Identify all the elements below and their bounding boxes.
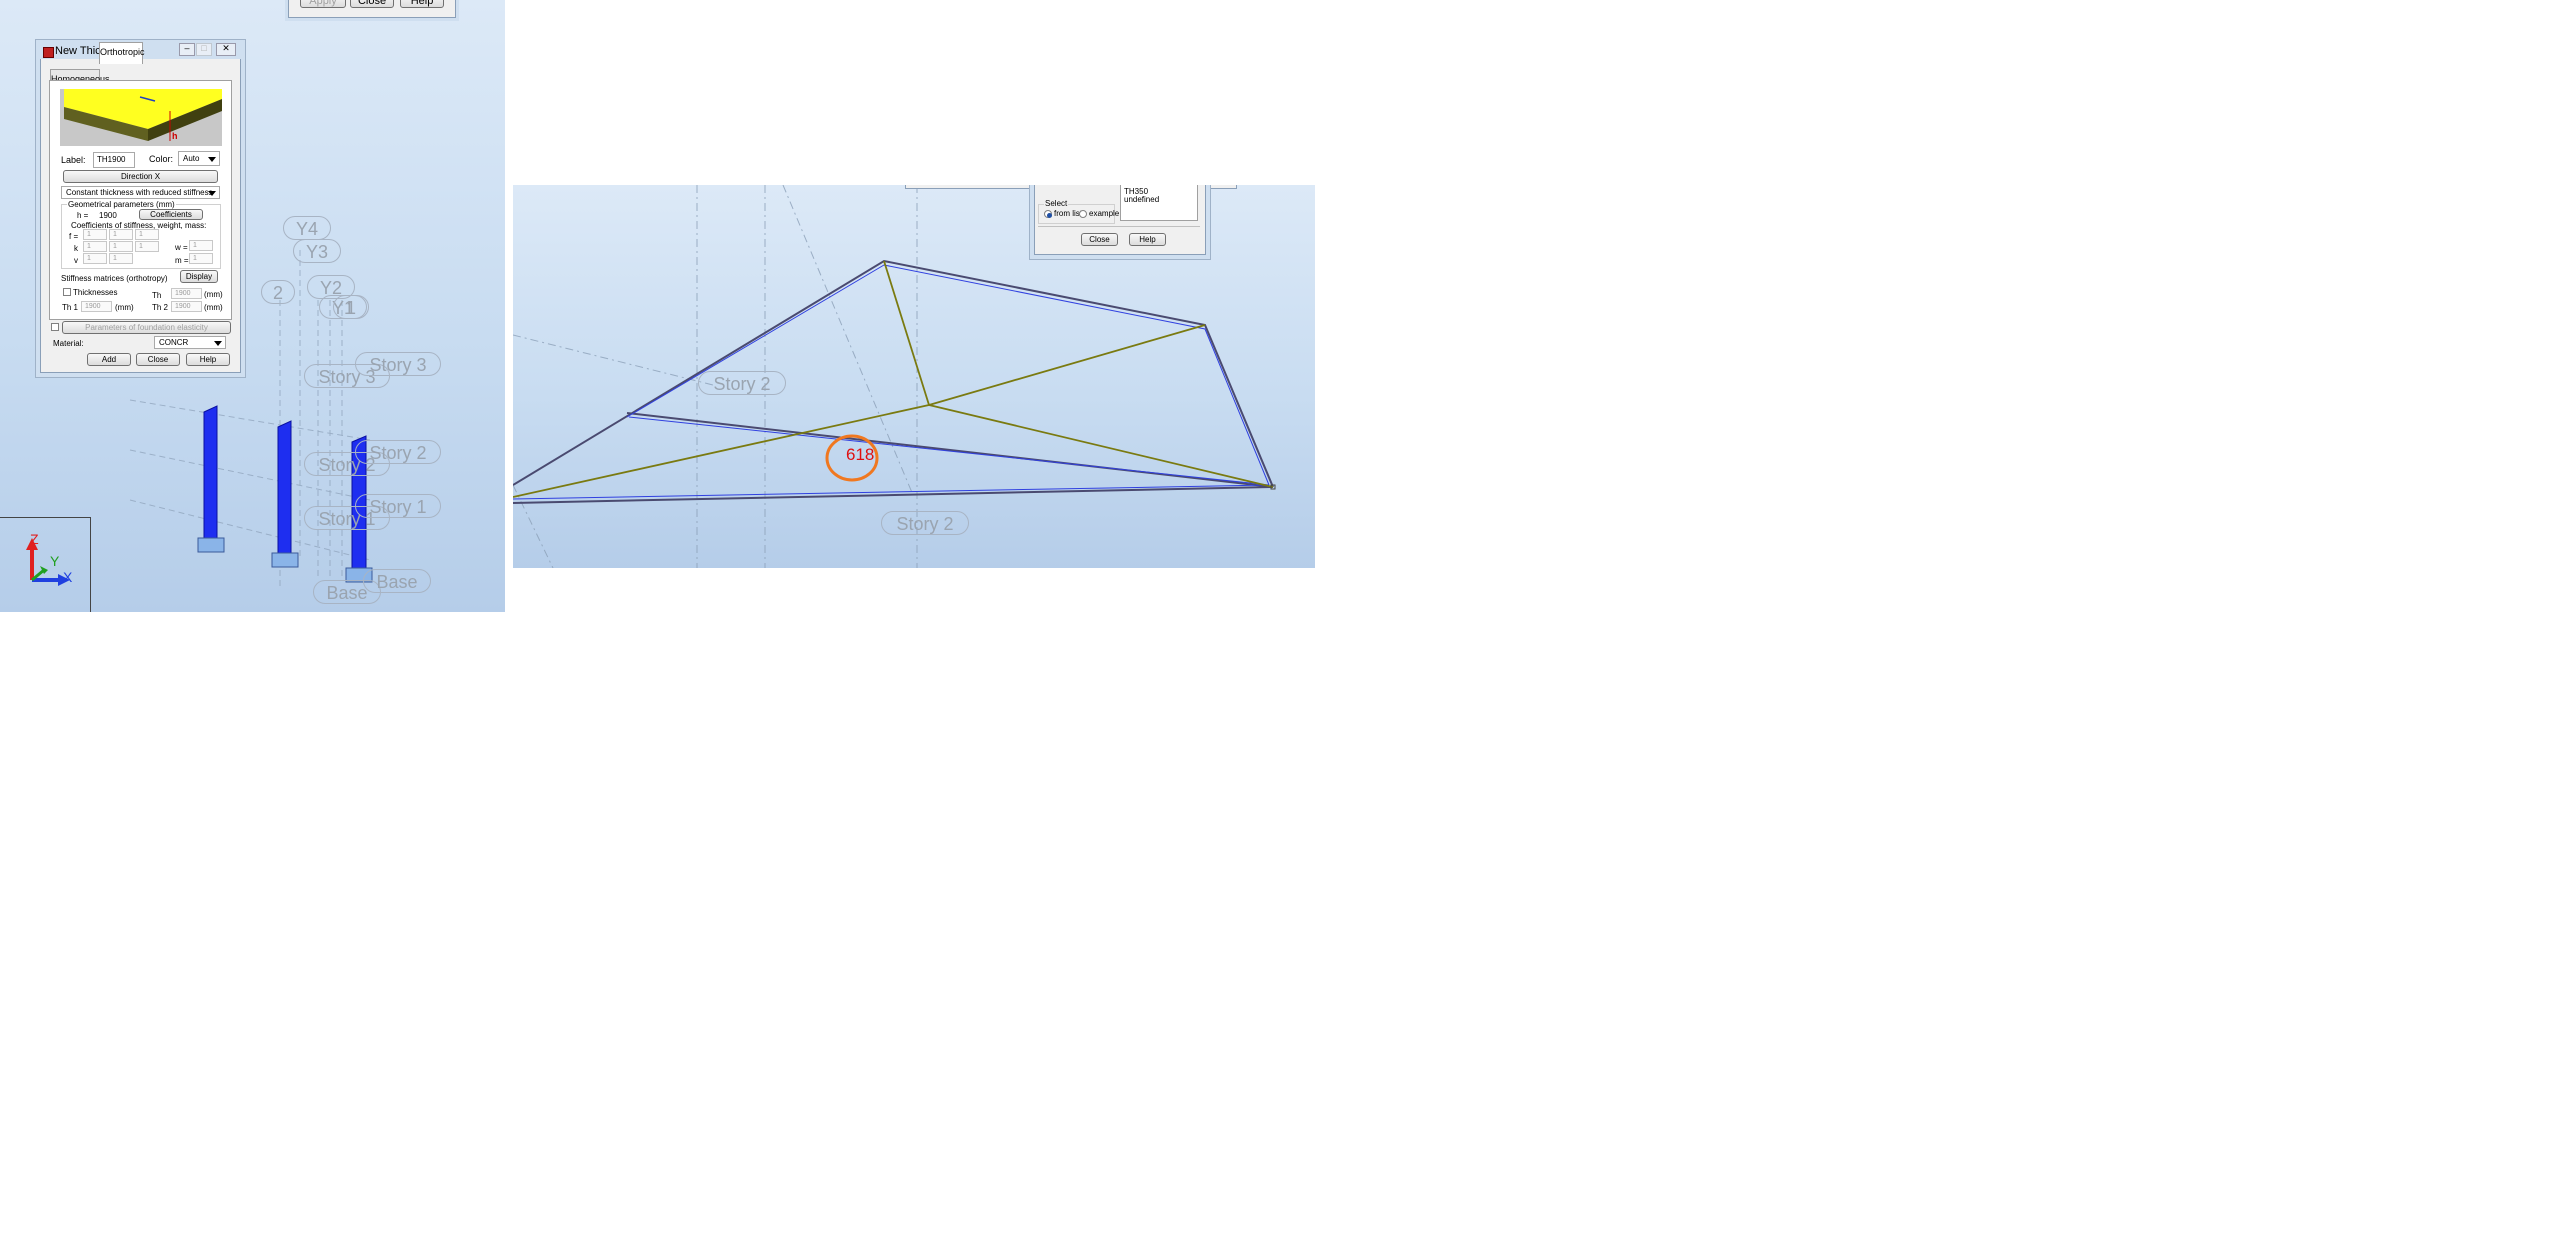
- close-button[interactable]: Close: [136, 353, 180, 366]
- story-label: Story 2: [698, 371, 786, 395]
- example-caption: example: [1089, 209, 1120, 218]
- story-label: Story 3: [355, 352, 441, 376]
- color-select[interactable]: Auto: [178, 151, 220, 166]
- f-input-3[interactable]: 1: [135, 229, 159, 240]
- wall-elements: [197, 405, 373, 583]
- story-label: Base: [363, 569, 431, 593]
- th-caption: Th: [152, 291, 162, 300]
- direction-x-button[interactable]: Direction X: [63, 170, 218, 183]
- add-button[interactable]: Add: [87, 353, 131, 366]
- k-input-1[interactable]: 1: [83, 241, 107, 252]
- apply-button[interactable]: Apply: [300, 0, 346, 8]
- dialog-divider: [1038, 226, 1200, 227]
- display-button[interactable]: Display: [180, 270, 218, 283]
- th2-caption: Th 2: [152, 303, 169, 312]
- th2-unit: (mm): [204, 303, 223, 312]
- th1-unit: (mm): [115, 303, 134, 312]
- select-group-caption: Select: [1044, 199, 1069, 208]
- close-icon[interactable]: ✕: [216, 43, 236, 56]
- from-list-radio[interactable]: [1044, 210, 1052, 218]
- minimize-icon[interactable]: –: [179, 43, 195, 56]
- axis-x-label: X: [63, 569, 73, 585]
- list-box[interactable]: TH350 undefined: [1120, 185, 1198, 221]
- thickness-list-dialog: TH350 undefined Select from list example…: [1034, 185, 1206, 255]
- help-button[interactable]: Help: [400, 0, 444, 8]
- thickness-type-select[interactable]: Constant thickness with reduced stiffnes…: [61, 186, 220, 199]
- axis-label: Y4: [283, 216, 331, 240]
- thicknesses-caption: Thicknesses: [73, 288, 118, 297]
- color-caption: Color:: [149, 154, 174, 164]
- axis-z-label: Z: [30, 531, 39, 547]
- v-input-2[interactable]: 1: [109, 253, 133, 264]
- thickness-diagram: h: [60, 89, 222, 146]
- label-input[interactable]: TH1900: [93, 152, 135, 168]
- axis-y-label: Y: [50, 553, 60, 569]
- foundation-checkbox[interactable]: [51, 323, 59, 331]
- material-select[interactable]: CONCR: [154, 336, 226, 349]
- story-label: Story 2: [881, 511, 969, 535]
- help-button[interactable]: Help: [1129, 233, 1166, 246]
- app-icon: [43, 47, 54, 58]
- material-caption: Material:: [53, 339, 84, 348]
- maximize-icon[interactable]: □: [196, 43, 212, 56]
- thickness-type-value: Constant thickness with reduced stiffnes…: [66, 188, 213, 197]
- diagram-h-label: h: [172, 131, 178, 141]
- k-input-2[interactable]: 1: [109, 241, 133, 252]
- h-caption: h =: [77, 211, 89, 220]
- right-viewport[interactable]: 618 Story 2 Story 2 TH350 undefined Selec…: [513, 185, 1315, 568]
- story-label: Story 1: [355, 494, 441, 518]
- node-number-label: 618: [846, 445, 874, 464]
- f-caption: f =: [69, 232, 79, 241]
- axis-label: Y3: [293, 239, 341, 263]
- thicknesses-checkbox[interactable]: [63, 288, 71, 296]
- th1-caption: Th 1: [62, 303, 79, 312]
- k-input-3[interactable]: 1: [135, 241, 159, 252]
- th-unit: (mm): [204, 290, 223, 299]
- stiffness-caption: Stiffness matrices (orthotropy): [61, 274, 168, 283]
- from-list-caption: from list: [1054, 209, 1082, 218]
- th2-input[interactable]: 1900: [171, 301, 202, 312]
- material-value: CONCR: [159, 338, 189, 347]
- color-select-value: Auto: [183, 154, 200, 163]
- axes-gizmo: Z Y X: [0, 517, 91, 612]
- th1-input[interactable]: 1900: [81, 301, 112, 312]
- m-input[interactable]: 1: [189, 253, 213, 264]
- example-radio[interactable]: [1079, 210, 1087, 218]
- tab-orthotropic[interactable]: Orthotropic: [99, 42, 145, 64]
- close-button[interactable]: Close: [350, 0, 394, 8]
- geometry-group-caption: Geometrical parameters (mm): [67, 200, 176, 209]
- h-value: 1900: [99, 211, 117, 220]
- v-caption: v: [74, 256, 78, 265]
- help-button[interactable]: Help: [186, 353, 230, 366]
- axis-label: 1: [333, 295, 369, 319]
- f-input-1[interactable]: 1: [83, 229, 107, 240]
- axis-label: 2: [261, 280, 295, 304]
- story-label: Story 2: [355, 440, 441, 464]
- new-thickness-dialog: New Thickness – □ ✕ Homogeneous Orthotro…: [37, 41, 244, 373]
- w-caption: w =: [175, 243, 188, 252]
- label-caption: Label:: [61, 155, 86, 165]
- w-input[interactable]: 1: [189, 240, 213, 251]
- th-input[interactable]: 1900: [171, 288, 202, 299]
- coefficients-button[interactable]: Coefficients: [139, 209, 203, 220]
- v-input-1[interactable]: 1: [83, 253, 107, 264]
- m-caption: m =: [175, 256, 189, 265]
- foundation-elasticity-button[interactable]: Parameters of foundation elasticity: [62, 321, 231, 334]
- f-input-2[interactable]: 1: [109, 229, 133, 240]
- list-item-2[interactable]: undefined: [1124, 195, 1159, 204]
- close-button[interactable]: Close: [1081, 233, 1118, 246]
- k-caption: k: [74, 244, 78, 253]
